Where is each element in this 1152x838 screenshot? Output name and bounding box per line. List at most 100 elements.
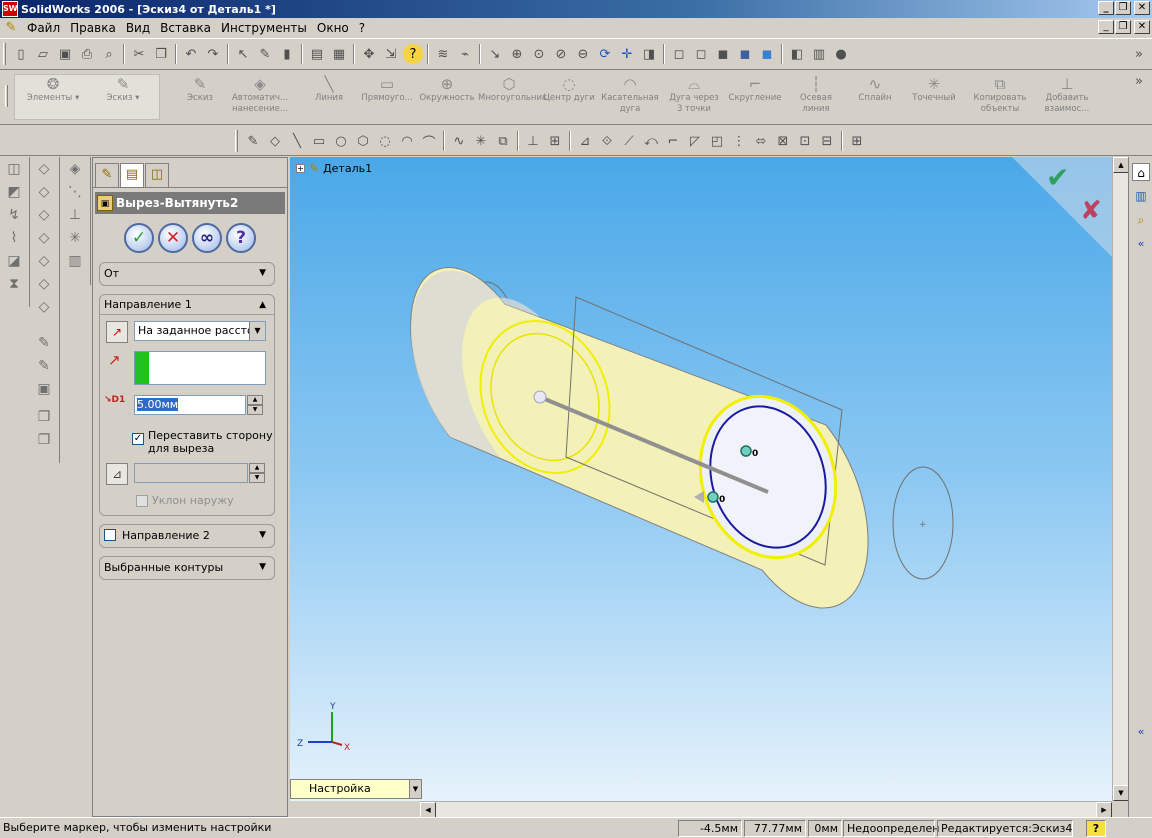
revolve-icon[interactable]: ◩ — [3, 181, 25, 203]
thicken-icon[interactable]: ⧗ — [3, 273, 25, 295]
draft-icon[interactable]: ⊿ — [106, 463, 128, 485]
print-icon[interactable]: ⎙ — [77, 44, 97, 64]
chamfer-icon[interactable]: ◸ — [685, 131, 705, 151]
selected-contours-group[interactable]: Выбранные контуры ▼ — [99, 556, 275, 580]
direction2-checkbox[interactable] — [104, 529, 116, 541]
box3-icon[interactable]: ◇ — [33, 204, 55, 226]
draft-outward-checkbox[interactable] — [136, 495, 148, 507]
relation-icon[interactable]: ⊥ — [64, 204, 86, 226]
cmd-button-three-point-arc[interactable]: ⌓ Дуга через 3 точки — [664, 75, 724, 121]
feature-manager-tab[interactable]: ✎ — [95, 163, 119, 187]
draft-angle-input[interactable]: ▲ ▼ — [134, 463, 265, 483]
cmd-button-copy-entities[interactable]: ⧉ Копировать объекты — [966, 75, 1034, 121]
solidworks-app-icon[interactable]: SW — [2, 1, 18, 17]
mate-icon[interactable]: ⌁ — [455, 44, 475, 64]
spin-down-icon[interactable]: ▼ — [247, 405, 263, 415]
dim-icon[interactable]: ◈ — [64, 158, 86, 180]
cmd-button-point[interactable]: ✳ Точечный — [906, 75, 962, 121]
options-icon[interactable]: ▤ — [307, 44, 327, 64]
sketch-icon[interactable]: ✎ — [255, 44, 275, 64]
cancel-button[interactable]: ✕ — [158, 223, 188, 253]
shaded-edges-icon[interactable]: ◼ — [735, 44, 755, 64]
center-arc-icon[interactable]: ◌ — [375, 131, 395, 151]
asterisk-icon[interactable]: ✳ — [64, 227, 86, 249]
shaded-icon[interactable]: ◼ — [757, 44, 777, 64]
3d-sketch-icon[interactable]: ⊞ — [847, 131, 867, 151]
cmd-button-rectangle[interactable]: ▭ Прямоуго... — [358, 75, 416, 121]
boundary-icon[interactable]: ◪ — [3, 250, 25, 272]
box-icon[interactable]: ◇ — [33, 158, 55, 180]
scroll-down-icon[interactable]: ▼ — [1113, 785, 1129, 801]
add-relation-icon[interactable]: ⊥ — [523, 131, 543, 151]
display-relations-icon[interactable]: ⊞ — [545, 131, 565, 151]
print-preview-icon[interactable]: ⌕ — [99, 44, 119, 64]
chevron-down-icon[interactable]: ▼ — [259, 562, 266, 572]
sketch-group-button[interactable]: ✎ Эскиз ▾ — [88, 75, 158, 121]
doc-restore-button[interactable]: ❐ — [1115, 20, 1131, 34]
shadows-icon[interactable]: ▥ — [809, 44, 829, 64]
sketch-tool-icon[interactable]: ✎ — [243, 131, 263, 151]
animate-icon[interactable]: ≋ — [433, 44, 453, 64]
help-button[interactable]: ? — [226, 223, 256, 253]
view-orient-icon[interactable]: ◨ — [639, 44, 659, 64]
rotate-icon[interactable]: ⟳ — [595, 44, 615, 64]
extend-icon[interactable]: ⤺ — [641, 131, 661, 151]
new-icon[interactable]: ▯ — [11, 44, 31, 64]
select-icon[interactable]: ↖ — [233, 44, 253, 64]
configuration-manager-tab[interactable]: ◫ — [145, 163, 169, 187]
scroll-left-icon[interactable]: ◀ — [420, 802, 436, 818]
smart-dim-icon[interactable]: ◇ — [265, 131, 285, 151]
overflow-icon[interactable]: » — [1129, 44, 1149, 64]
redo-icon[interactable]: ↷ — [203, 44, 223, 64]
block-icon[interactable]: ▥ — [64, 250, 86, 272]
rebuild-icon[interactable]: ▮ — [277, 44, 297, 64]
depth-input[interactable]: 5.00мм ▲ ▼ — [134, 395, 263, 415]
flip-side-checkbox[interactable]: ✓ — [132, 433, 144, 445]
direction2-header[interactable]: Направление 2 — [122, 529, 210, 542]
help-icon[interactable]: ? — [403, 44, 423, 64]
trim-icon[interactable]: ⟋ — [619, 131, 639, 151]
property-manager-tab[interactable]: ▤ — [120, 163, 144, 187]
box2-icon[interactable]: ◇ — [33, 181, 55, 203]
confirm-ok-icon[interactable]: ✔ — [1046, 161, 1069, 194]
copy-entities-icon[interactable]: ⧉ — [493, 131, 513, 151]
copy-icon[interactable]: ❐ — [151, 44, 171, 64]
loft-icon[interactable]: ⌇ — [3, 227, 25, 249]
zoom-area-icon[interactable]: ⊙ — [529, 44, 549, 64]
cmd-button-polygon[interactable]: ⬡ Многоугольник — [478, 75, 547, 121]
confirm-cancel-icon[interactable]: ✘ — [1080, 196, 1102, 226]
sketch-handle-2[interactable] — [707, 491, 719, 503]
tangent-arc-icon[interactable]: ◠ — [397, 131, 417, 151]
fillet-icon[interactable]: ⌐ — [663, 131, 683, 151]
cmd-button-center-arc[interactable]: ◌ Центр дуги — [540, 75, 598, 121]
menu-file[interactable]: Файл — [22, 21, 65, 35]
direction-listbox[interactable] — [134, 351, 266, 385]
cmd-grip[interactable] — [5, 85, 8, 107]
menu-edit[interactable]: Правка — [65, 21, 121, 35]
cmd-overflow-icon[interactable]: » — [1129, 71, 1149, 91]
preview-button[interactable]: ∞ — [192, 223, 222, 253]
grid-icon[interactable]: ▦ — [329, 44, 349, 64]
split-icon[interactable]: ⊟ — [817, 131, 837, 151]
section-view-icon[interactable]: ◧ — [787, 44, 807, 64]
graphics-viewport[interactable]: + ✎ Деталь1 ✔ ✘ + 0 0 + — [290, 157, 1112, 801]
box5-icon[interactable]: ◇ — [33, 250, 55, 272]
menu-window[interactable]: Окно — [312, 21, 354, 35]
reverse-direction-icon[interactable]: ↗ — [106, 321, 128, 343]
start-handle[interactable] — [533, 390, 547, 404]
spin-up-icon[interactable]: ▲ — [247, 395, 263, 405]
end-condition-select[interactable]: На заданное расстояние ▼ — [134, 321, 266, 341]
scale-icon[interactable]: ⊠ — [773, 131, 793, 151]
spin-up-icon[interactable]: ▲ — [249, 463, 265, 473]
library-icon[interactable]: ▥ — [1132, 187, 1150, 205]
save-icon[interactable]: ▣ — [55, 44, 75, 64]
expand-pane-icon[interactable]: « — [1132, 723, 1150, 741]
line-icon[interactable]: ╲ — [287, 131, 307, 151]
toolbar-grip[interactable] — [3, 43, 6, 65]
offset-icon[interactable]: ⟐ — [597, 131, 617, 151]
undo-icon[interactable]: ↶ — [181, 44, 201, 64]
collapse-icon[interactable]: « — [1132, 235, 1150, 253]
search-icon[interactable]: ⌕ — [1132, 211, 1150, 229]
zoom-select-icon[interactable]: ⇲ — [381, 44, 401, 64]
polygon-icon[interactable]: ⬡ — [353, 131, 373, 151]
